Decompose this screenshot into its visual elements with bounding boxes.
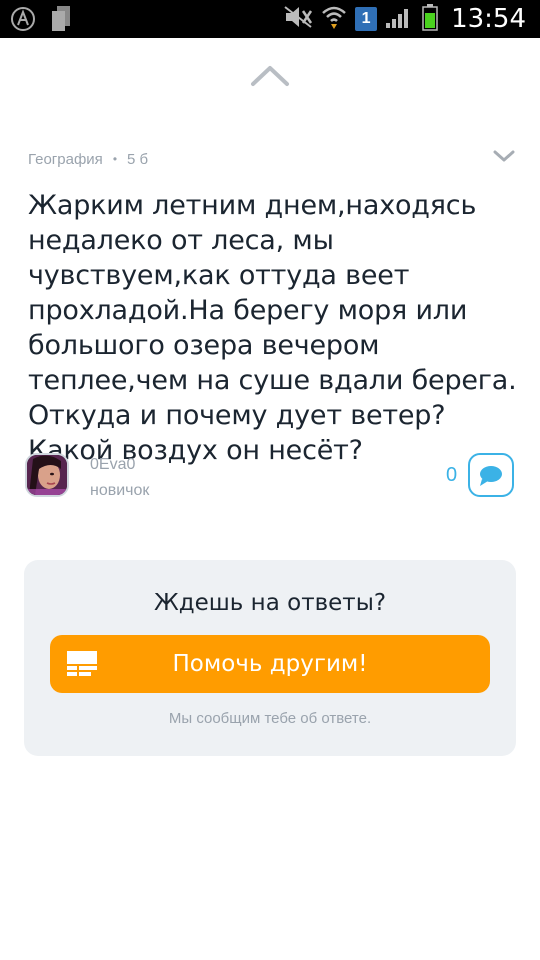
status-bar: 1 13:54 xyxy=(0,0,540,38)
collapse-button[interactable] xyxy=(249,60,291,92)
options-button[interactable] xyxy=(492,146,516,166)
meta-separator: • xyxy=(112,152,118,166)
author-rank: новичок xyxy=(90,482,150,499)
files-icon xyxy=(50,5,72,38)
comments-button[interactable] xyxy=(468,453,514,497)
help-others-button[interactable]: Помочь другим! xyxy=(50,635,490,693)
avatar-image xyxy=(27,455,67,495)
speech-bubble-icon xyxy=(480,466,502,486)
screen: 1 13:54 География • 5 б Жарким летним дн… xyxy=(0,0,540,960)
question-text: Жарким летним днем,находясь недалеко от … xyxy=(28,190,517,466)
wifi-icon xyxy=(321,4,347,35)
author-name[interactable]: 0Eva0 xyxy=(90,456,135,474)
avatar[interactable] xyxy=(25,453,69,497)
signal-icon xyxy=(385,5,413,34)
battery-icon xyxy=(421,3,439,36)
help-button-label: Помочь другим! xyxy=(172,651,368,677)
chevron-up-icon xyxy=(251,66,289,86)
mute-icon xyxy=(283,5,313,34)
points-label: 5 б xyxy=(127,150,149,168)
card-note: Мы сообщим тебе об ответе. xyxy=(168,710,372,727)
status-right: 1 13:54 xyxy=(283,3,526,35)
question-meta: География • 5 б xyxy=(28,148,148,170)
notification-badge: 1 xyxy=(355,7,378,31)
subject-link[interactable]: География xyxy=(28,151,103,168)
waiting-card: Ждешь на ответы? Помочь другим! Мы сообщ… xyxy=(24,560,516,756)
comment-count: 0 xyxy=(446,464,458,486)
card-title: Ждешь на ответы? xyxy=(153,590,387,616)
app-a-icon xyxy=(10,6,36,37)
clock: 13:54 xyxy=(451,4,526,34)
status-left xyxy=(10,5,72,38)
chevron-down-icon xyxy=(493,150,515,162)
